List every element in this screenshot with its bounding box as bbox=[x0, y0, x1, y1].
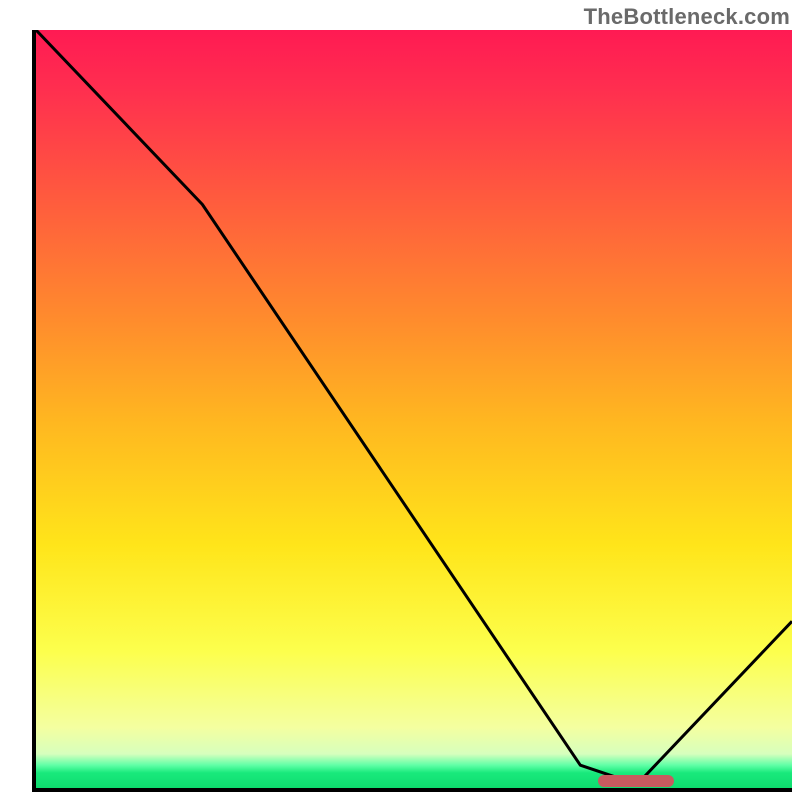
chart-container: TheBottleneck.com bbox=[0, 0, 800, 800]
plot-area bbox=[32, 30, 792, 792]
curve-path bbox=[36, 30, 792, 780]
optimal-marker bbox=[598, 775, 674, 787]
curve-svg bbox=[36, 30, 792, 788]
watermark-text: TheBottleneck.com bbox=[584, 4, 790, 30]
